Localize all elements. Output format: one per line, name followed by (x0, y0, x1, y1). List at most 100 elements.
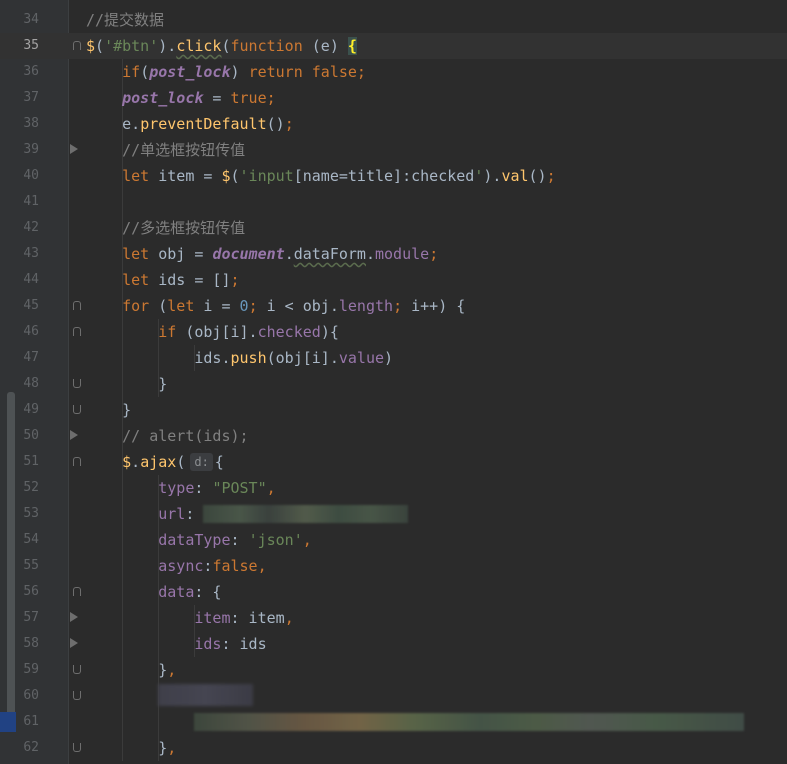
code-lines[interactable]: 34 //提交数据 35 $('#btn').click(function (e) {… (0, 7, 787, 761)
code-text[interactable] (86, 683, 254, 709)
code-text[interactable]: //单选框按钮传值 (86, 137, 245, 163)
line-number[interactable]: 44 (16, 267, 39, 293)
fold-open-icon[interactable] (73, 587, 81, 596)
line-number[interactable]: 36 (16, 59, 39, 85)
fold-close-icon[interactable] (73, 405, 81, 414)
code-text[interactable]: dataType: 'json', (86, 527, 312, 553)
code-line[interactable]: 37 post_lock = true; (0, 85, 787, 111)
code-text[interactable]: if (obj[i].checked){ (86, 319, 339, 345)
code-line[interactable]: 55 async:false, (0, 553, 787, 579)
line-number[interactable]: 37 (16, 85, 39, 111)
code-line[interactable]: 41 (0, 189, 787, 215)
code-line[interactable]: 56 data: { (0, 579, 787, 605)
code-editor[interactable]: 34 //提交数据 35 $('#btn').click(function (e) {… (0, 0, 787, 764)
line-number[interactable]: 48 (16, 371, 39, 397)
code-line[interactable]: 48 } (0, 371, 787, 397)
code-text[interactable]: $.ajax(d:{ (86, 449, 224, 475)
line-number[interactable]: 60 (16, 683, 39, 709)
line-number[interactable]: 53 (16, 501, 39, 527)
code-text[interactable]: async:false, (86, 553, 266, 579)
fold-open-icon[interactable] (73, 41, 81, 50)
code-line[interactable]: 58 ids: ids (0, 631, 787, 657)
code-text[interactable]: let obj = document.dataForm.module; (86, 241, 438, 267)
breakpoint-arrow-icon[interactable] (70, 638, 78, 648)
line-number[interactable]: 47 (16, 345, 39, 371)
line-number[interactable]: 45 (16, 293, 39, 319)
line-number[interactable]: 43 (16, 241, 39, 267)
code-text[interactable]: post_lock = true; (86, 85, 276, 111)
breakpoint-arrow-icon[interactable] (70, 144, 78, 154)
code-line[interactable]: 43 let obj = document.dataForm.module; (0, 241, 787, 267)
code-line[interactable]: 59 }, (0, 657, 787, 683)
code-text[interactable]: } (86, 371, 167, 397)
line-number[interactable]: 58 (16, 631, 39, 657)
line-number[interactable]: 42 (16, 215, 39, 241)
line-number[interactable]: 39 (16, 137, 39, 163)
line-number[interactable]: 55 (16, 553, 39, 579)
line-number[interactable]: 46 (16, 319, 39, 345)
code-line[interactable]: 38 e.preventDefault(); (0, 111, 787, 137)
code-line[interactable]: 36 if(post_lock) return false; (0, 59, 787, 85)
code-text[interactable]: ids.push(obj[i].value) (86, 345, 393, 371)
line-number[interactable]: 56 (16, 579, 39, 605)
line-number[interactable]: 50 (16, 423, 39, 449)
code-text[interactable]: $('#btn').click(function (e) { (86, 33, 357, 59)
line-number[interactable]: 51 (16, 449, 39, 475)
code-line[interactable]: 57 item: item, (0, 605, 787, 631)
code-line[interactable]: 50 // alert(ids); (0, 423, 787, 449)
code-text[interactable]: ids: ids (86, 631, 266, 657)
code-line[interactable]: 44 let ids = []; (0, 267, 787, 293)
code-line[interactable]: 35 $('#btn').click(function (e) { (0, 33, 787, 59)
fold-open-icon[interactable] (73, 457, 81, 466)
code-line[interactable]: 52 type: "POST", (0, 475, 787, 501)
code-text[interactable] (86, 709, 745, 735)
fold-open-icon[interactable] (73, 327, 81, 336)
fold-close-icon[interactable] (73, 665, 81, 674)
line-number[interactable]: 49 (16, 397, 39, 423)
fold-open-icon[interactable] (73, 301, 81, 310)
code-text[interactable]: let ids = []; (86, 267, 239, 293)
code-text[interactable]: } (86, 397, 131, 423)
code-line[interactable]: 54 dataType: 'json', (0, 527, 787, 553)
code-text[interactable]: e.preventDefault(); (86, 111, 294, 137)
breakpoint-arrow-icon[interactable] (70, 612, 78, 622)
line-number[interactable]: 40 (16, 163, 39, 189)
fold-close-icon[interactable] (73, 379, 81, 388)
code-text[interactable]: }, (86, 657, 176, 683)
code-text[interactable]: //多选框按钮传值 (86, 215, 245, 241)
code-text[interactable]: //提交数据 (86, 7, 164, 33)
code-line[interactable]: 42 //多选框按钮传值 (0, 215, 787, 241)
line-number[interactable]: 34 (16, 7, 39, 33)
code-line[interactable]: 34 //提交数据 (0, 7, 787, 33)
code-text[interactable]: if(post_lock) return false; (86, 59, 366, 85)
line-number[interactable]: 59 (16, 657, 39, 683)
line-number[interactable]: 52 (16, 475, 39, 501)
code-line[interactable]: 46 if (obj[i].checked){ (0, 319, 787, 345)
code-line[interactable]: 45 for (let i = 0; i < obj.length; i++) … (0, 293, 787, 319)
code-line[interactable]: 53 url: (0, 501, 787, 527)
code-line[interactable]: 61 (0, 709, 787, 735)
code-line[interactable]: 39 //单选框按钮传值 (0, 137, 787, 163)
code-text[interactable]: url: (86, 501, 409, 527)
code-text[interactable]: type: "POST", (86, 475, 275, 501)
line-number[interactable]: 38 (16, 111, 39, 137)
code-text[interactable]: // alert(ids); (86, 423, 248, 449)
line-number[interactable]: 62 (16, 735, 39, 761)
fold-close-icon[interactable] (73, 743, 81, 752)
code-line[interactable]: 47 ids.push(obj[i].value) (0, 345, 787, 371)
code-line[interactable]: 62 }, (0, 735, 787, 761)
line-number[interactable]: 41 (16, 189, 39, 215)
code-text[interactable]: let item = $('input[name=title]:checked'… (86, 163, 556, 189)
line-number[interactable]: 61 (16, 709, 39, 735)
code-line[interactable]: 60 (0, 683, 787, 709)
fold-close-icon[interactable] (73, 691, 81, 700)
line-number[interactable]: 57 (16, 605, 39, 631)
code-text[interactable]: item: item, (86, 605, 293, 631)
code-line[interactable]: 51 $.ajax(d:{ (0, 449, 787, 475)
code-line[interactable]: 40 let item = $('input[name=title]:check… (0, 163, 787, 189)
code-line[interactable]: 49 } (0, 397, 787, 423)
code-text[interactable]: for (let i = 0; i < obj.length; i++) { (86, 293, 465, 319)
code-text[interactable]: }, (86, 735, 176, 761)
code-text[interactable]: data: { (86, 579, 221, 605)
line-number[interactable]: 35 (16, 33, 39, 59)
